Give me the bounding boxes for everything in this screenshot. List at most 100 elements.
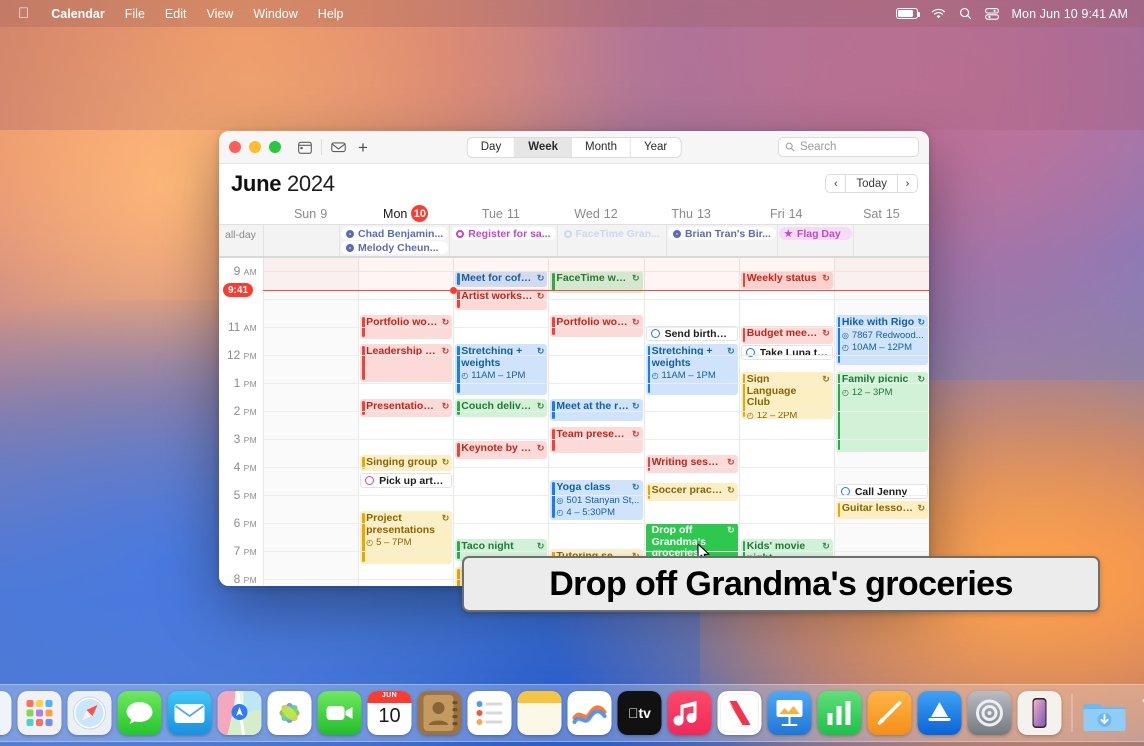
reminder-item[interactable]: Call Jenny (836, 484, 928, 499)
add-event-button[interactable]: + (358, 139, 368, 156)
dock-app-appletv[interactable]: tv (618, 691, 662, 735)
dock-downloads[interactable] (1083, 691, 1127, 735)
all-day-event[interactable]: Chad Benjamin... (341, 227, 448, 240)
battery-icon[interactable] (896, 8, 918, 19)
all-day-event[interactable]: Flag Day (779, 227, 852, 240)
calendar-event[interactable]: Stretching + weights↻◴11AM – 1PM (646, 344, 738, 395)
menu-bar-clock[interactable]: Mon Jun 10 9:41 AM (1012, 7, 1128, 21)
day-column-wed[interactable]: FaceTime with...↻Portfolio work...↻Meet … (548, 258, 643, 586)
all-day-event[interactable]: FaceTime Gran... (559, 227, 665, 240)
all-day-column-4[interactable]: Brian Tran's Bir... (666, 225, 777, 256)
dock-app-iphone-mirror[interactable] (1018, 691, 1062, 735)
day-header-mon[interactable]: Mon10 (358, 203, 453, 224)
day-column-sun[interactable] (263, 258, 358, 586)
calendar-event[interactable]: Budget meeting↻ (741, 326, 833, 344)
dock-app-facetime[interactable] (318, 691, 362, 735)
all-day-event[interactable]: Brian Tran's Bir... (668, 227, 776, 240)
day-header-sun[interactable]: Sun9 (263, 203, 358, 224)
menu-item-help[interactable]: Help (308, 7, 354, 21)
search-field[interactable]: Search (778, 137, 919, 157)
day-header-wed[interactable]: Wed12 (548, 203, 643, 224)
day-column-mon[interactable]: Portfolio work...↻Leadership skil...↻Pre… (358, 258, 453, 586)
all-day-event[interactable]: Register for sa... (451, 227, 555, 240)
menu-item-edit[interactable]: Edit (155, 7, 197, 21)
close-button[interactable] (229, 141, 241, 153)
calendar-event[interactable]: Presentation p...↻ (360, 399, 452, 417)
dock-trash[interactable] (1133, 691, 1144, 735)
tab-day[interactable]: Day (468, 138, 515, 157)
day-column-fri[interactable]: Weekly status↻Budget meeting↻Take Luna t… (739, 258, 834, 586)
dock-app-mail[interactable] (168, 691, 212, 735)
day-header-tue[interactable]: Tue11 (453, 203, 548, 224)
calendar-event[interactable]: Writing sessio...↻ (646, 455, 738, 473)
dock-app-messages[interactable] (118, 691, 162, 735)
menu-item-calendar[interactable]: Calendar (41, 7, 115, 21)
control-center-icon[interactable] (985, 8, 999, 20)
tab-year[interactable]: Year (631, 138, 680, 157)
menu-item-view[interactable]: View (196, 7, 243, 21)
day-column-sat[interactable]: Hike with Rigo↻◎7867 Redwood...◴10AM – 1… (834, 258, 929, 586)
dock-app-notes[interactable] (518, 691, 562, 735)
dock-app-launchpad[interactable] (18, 691, 62, 735)
minimize-button[interactable] (249, 141, 261, 153)
calendar-event[interactable]: Singing group↻ (360, 455, 452, 471)
dock-app-settings[interactable] (968, 691, 1012, 735)
calendar-event[interactable]: Meet at the res...↻ (550, 399, 642, 421)
menu-item-file[interactable]: File (115, 7, 155, 21)
reminder-circle-icon[interactable] (365, 476, 374, 485)
zoom-button[interactable] (269, 141, 281, 153)
dock-app-calendar[interactable]: JUN10 (368, 691, 412, 735)
calendar-sidebar-icon[interactable] (295, 137, 315, 157)
view-segmented-control[interactable]: Day Week Month Year (467, 137, 682, 158)
apple-menu-icon[interactable]:  (18, 6, 29, 21)
all-day-column-6[interactable] (853, 225, 929, 256)
today-button[interactable]: Today (845, 174, 898, 193)
next-week-button[interactable]: › (898, 174, 918, 193)
previous-week-button[interactable]: ‹ (825, 174, 845, 193)
tab-week[interactable]: Week (515, 138, 572, 157)
day-header-sat[interactable]: Sat15 (834, 203, 929, 224)
wifi-icon[interactable] (931, 8, 946, 20)
calendar-event[interactable]: Couch delivery↻ (455, 399, 547, 417)
calendar-event[interactable]: Guitar lessons...↻ (836, 501, 928, 519)
day-header-thu[interactable]: Thu13 (644, 203, 739, 224)
all-day-event[interactable]: Melody Cheun... (341, 241, 448, 254)
day-header-fri[interactable]: Fri14 (739, 203, 834, 224)
reminder-circle-icon[interactable] (651, 329, 660, 338)
all-day-column-1[interactable]: Chad Benjamin...Melody Cheun... (339, 225, 449, 256)
dock-app-finder[interactable] (0, 691, 12, 735)
inbox-icon[interactable] (328, 137, 348, 157)
dock-app-photos[interactable] (268, 691, 312, 735)
menu-item-window[interactable]: Window (243, 7, 307, 21)
calendar-event[interactable]: Yoga class↻◎501 Stanyan St,...◴4 – 5:30P… (550, 480, 642, 520)
all-day-column-2[interactable]: Register for sa... (449, 225, 556, 256)
calendar-event[interactable]: Stretching + weights↻◴11AM – 1PM (455, 344, 547, 395)
calendar-event[interactable]: Team presenta...↻ (550, 427, 642, 453)
all-day-column-3[interactable]: FaceTime Gran... (557, 225, 666, 256)
dock-app-freeform[interactable] (568, 691, 612, 735)
calendar-event[interactable]: Portfolio work...↻ (550, 315, 642, 337)
calendar-event[interactable]: Project presentations↻◴5 – 7PM (360, 511, 452, 564)
calendar-event[interactable]: Hike with Rigo↻◎7867 Redwood...◴10AM – 1… (836, 315, 928, 365)
dock-app-reminders[interactable] (468, 691, 512, 735)
dock-app-appstore[interactable] (918, 691, 962, 735)
calendar-event[interactable]: Leadership skil...↻ (360, 344, 452, 382)
day-column-thu[interactable]: Send birthday... Stretching + weights↻◴11… (644, 258, 739, 586)
calendar-event[interactable]: Keynote by Ja...↻ (455, 441, 547, 459)
reminder-item[interactable]: Take Luna to th... (741, 345, 833, 360)
day-column-tue[interactable]: Meet for coffee↻Artist worksho...↻Stretc… (453, 258, 548, 586)
dock-app-safari[interactable] (68, 691, 112, 735)
search-icon[interactable] (959, 7, 972, 20)
calendar-event[interactable]: Family picnic↻◴12 – 3PM (836, 372, 928, 452)
reminder-item[interactable]: Send birthday... (646, 326, 738, 341)
dock-app-keynote[interactable] (768, 691, 812, 735)
dock-app-music[interactable] (668, 691, 712, 735)
reminder-item[interactable]: Pick up arts &... (360, 473, 452, 488)
dock-app-numbers[interactable] (818, 691, 862, 735)
dock-app-pages[interactable] (868, 691, 912, 735)
dock-app-contacts[interactable] (418, 691, 462, 735)
dock-app-maps[interactable] (218, 691, 262, 735)
tab-month[interactable]: Month (572, 138, 631, 157)
all-day-column-0[interactable] (263, 225, 339, 256)
dock-app-news[interactable] (718, 691, 762, 735)
